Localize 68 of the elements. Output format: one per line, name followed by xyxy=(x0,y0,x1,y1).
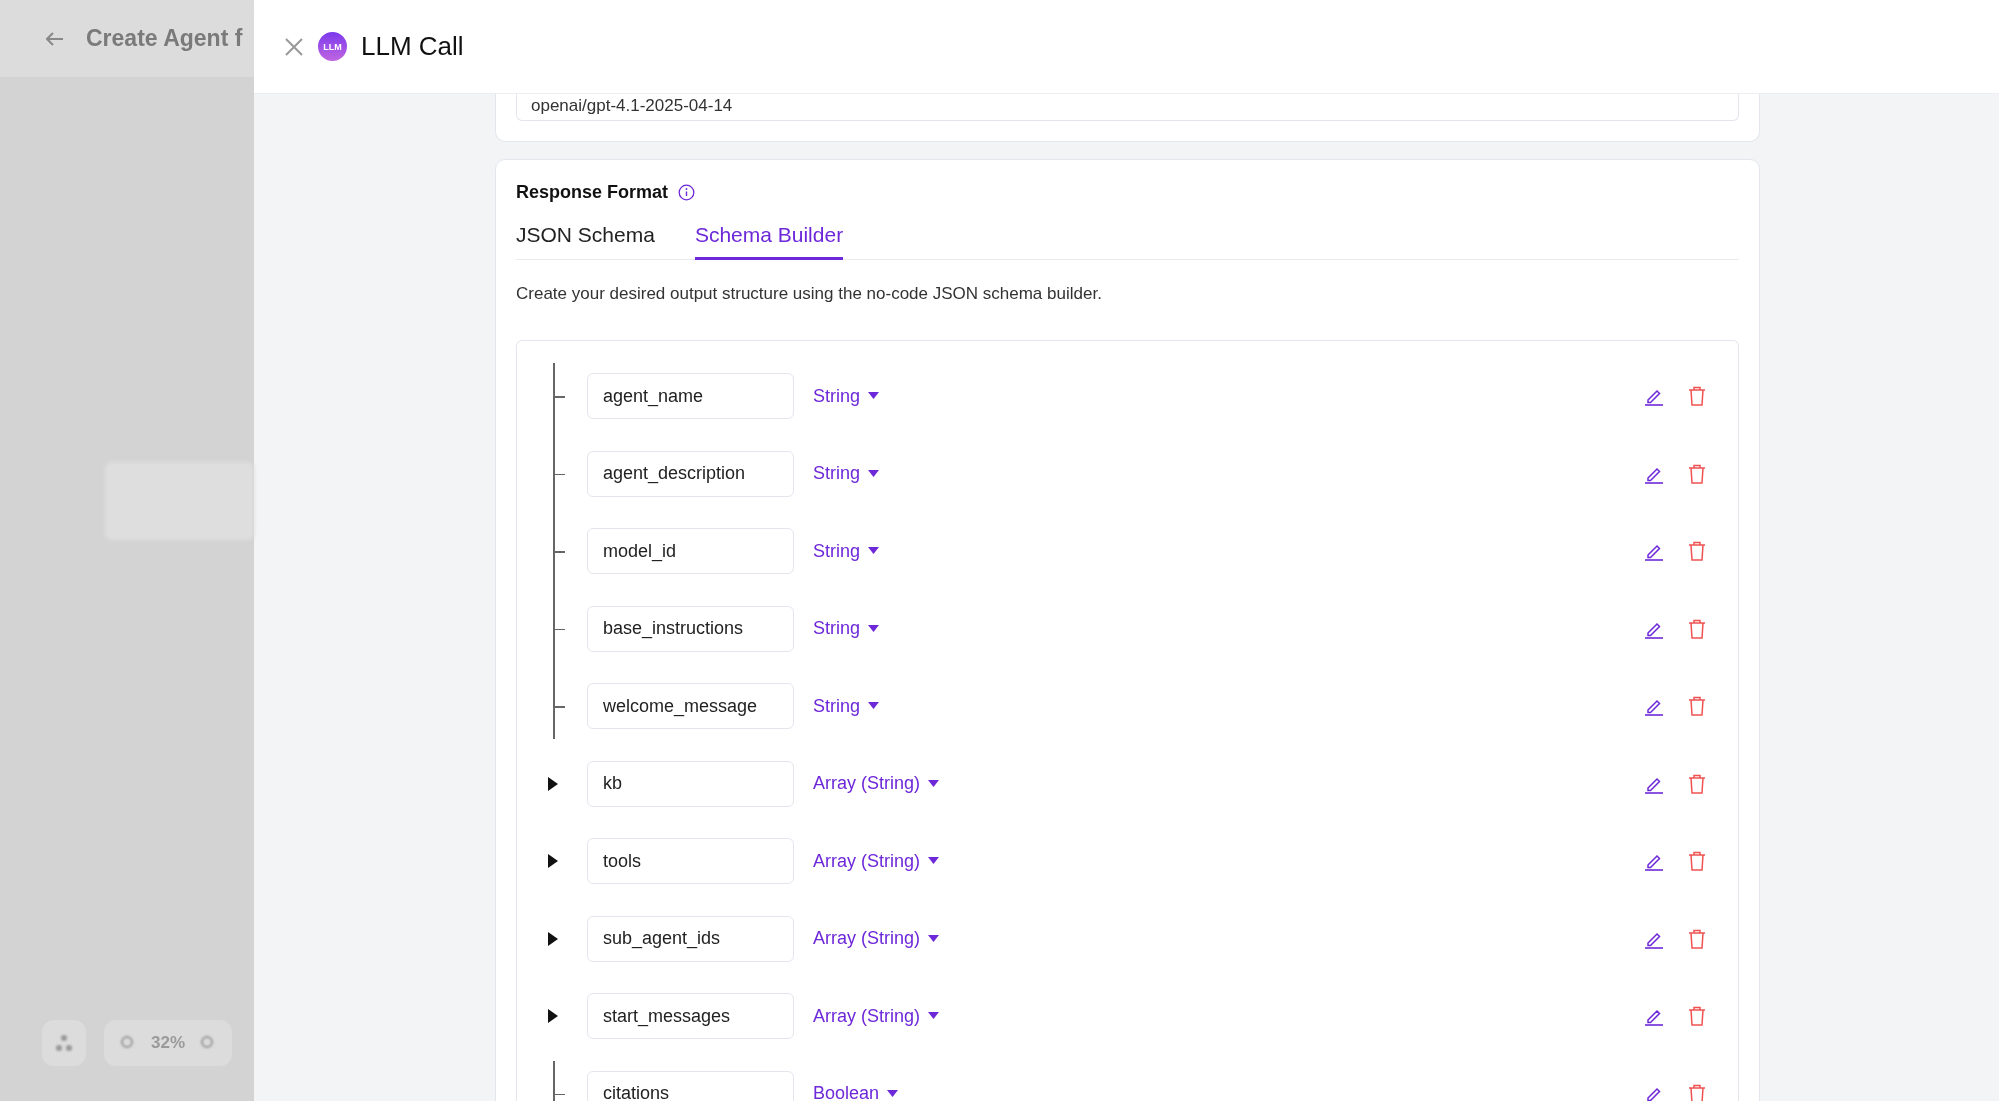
close-button[interactable] xyxy=(284,36,304,57)
type-dropdown[interactable]: String xyxy=(813,463,880,484)
field-name-input[interactable]: kb xyxy=(587,760,794,807)
field-name-input[interactable]: start_messages xyxy=(587,993,794,1039)
type-dropdown[interactable]: String xyxy=(813,618,880,639)
caret-icon xyxy=(868,392,880,400)
expand-arrow-icon[interactable] xyxy=(547,775,559,792)
field-name-input[interactable]: sub_agent_ids xyxy=(587,915,794,962)
caret-icon xyxy=(928,1012,939,1020)
section-title: Response Format xyxy=(516,182,669,203)
type-dropdown[interactable]: Array (String) xyxy=(813,928,939,949)
expand-arrow-icon[interactable] xyxy=(547,1008,559,1024)
field-name-input[interactable]: tools xyxy=(587,838,794,884)
panel-title: LLM Call xyxy=(361,31,464,62)
trash-icon xyxy=(1688,773,1706,794)
delete-button[interactable] xyxy=(1688,1083,1706,1101)
field-name-input[interactable]: agent_description xyxy=(587,450,794,497)
close-icon xyxy=(284,36,304,57)
delete-button[interactable] xyxy=(1688,541,1706,561)
delete-button[interactable] xyxy=(1688,928,1706,949)
delete-button[interactable] xyxy=(1688,773,1706,794)
field-name-input[interactable]: citations xyxy=(587,1070,794,1101)
delete-button[interactable] xyxy=(1688,851,1706,871)
caret-icon xyxy=(928,934,939,943)
model-select[interactable]: openai/gpt-4.1-2025-04-14 xyxy=(516,94,1739,121)
field-name-input[interactable]: base_instructions xyxy=(587,605,794,652)
field-name-input[interactable]: welcome_message xyxy=(587,683,794,729)
caret-icon xyxy=(868,547,880,555)
field-name-input[interactable]: agent_name xyxy=(587,373,794,419)
expand-arrow-icon[interactable] xyxy=(547,853,559,869)
field-name-input[interactable]: model_id xyxy=(587,528,794,574)
trash-icon xyxy=(1688,928,1706,949)
trash-icon xyxy=(1688,1083,1706,1101)
trash-icon xyxy=(1688,618,1706,639)
description: Create your desired output structure using the no-code JSON schema builder. xyxy=(516,284,1103,304)
trash-icon xyxy=(1688,463,1706,484)
type-dropdown[interactable]: Array (String) xyxy=(813,773,939,794)
delete-button[interactable] xyxy=(1688,463,1706,484)
type-dropdown[interactable]: String xyxy=(813,385,880,407)
type-dropdown[interactable]: Boolean xyxy=(813,1083,899,1101)
trash-icon xyxy=(1688,386,1706,406)
tree-icon xyxy=(56,1034,72,1052)
info-icon[interactable] xyxy=(678,184,696,201)
llm-logo: LLM xyxy=(318,32,347,61)
delete-button[interactable] xyxy=(1688,1006,1706,1026)
caret-icon xyxy=(868,469,880,478)
trash-icon xyxy=(1688,1006,1706,1026)
trash-icon xyxy=(1688,541,1706,561)
tab[interactable]: Schema Builder xyxy=(694,223,844,260)
type-dropdown[interactable]: Array (String) xyxy=(813,850,939,872)
caret-icon xyxy=(868,702,880,710)
caret-icon xyxy=(928,857,939,865)
expand-arrow-icon[interactable] xyxy=(547,930,559,947)
zoom-level: 32% xyxy=(151,1033,185,1053)
delete-button[interactable] xyxy=(1688,696,1706,716)
tab[interactable]: JSON Schema xyxy=(516,223,655,260)
delete-button[interactable] xyxy=(1688,386,1706,406)
type-dropdown[interactable]: String xyxy=(813,695,880,717)
back-arrow-icon[interactable] xyxy=(46,31,64,46)
trash-icon xyxy=(1688,696,1706,716)
page-title: Create Agent f xyxy=(86,25,243,52)
type-dropdown[interactable]: Array (String) xyxy=(813,1005,939,1027)
trash-icon xyxy=(1688,851,1706,871)
caret-icon xyxy=(928,779,939,788)
caret-icon xyxy=(887,1089,899,1098)
delete-button[interactable] xyxy=(1688,618,1706,639)
type-dropdown[interactable]: String xyxy=(813,540,880,562)
caret-icon xyxy=(868,624,880,633)
